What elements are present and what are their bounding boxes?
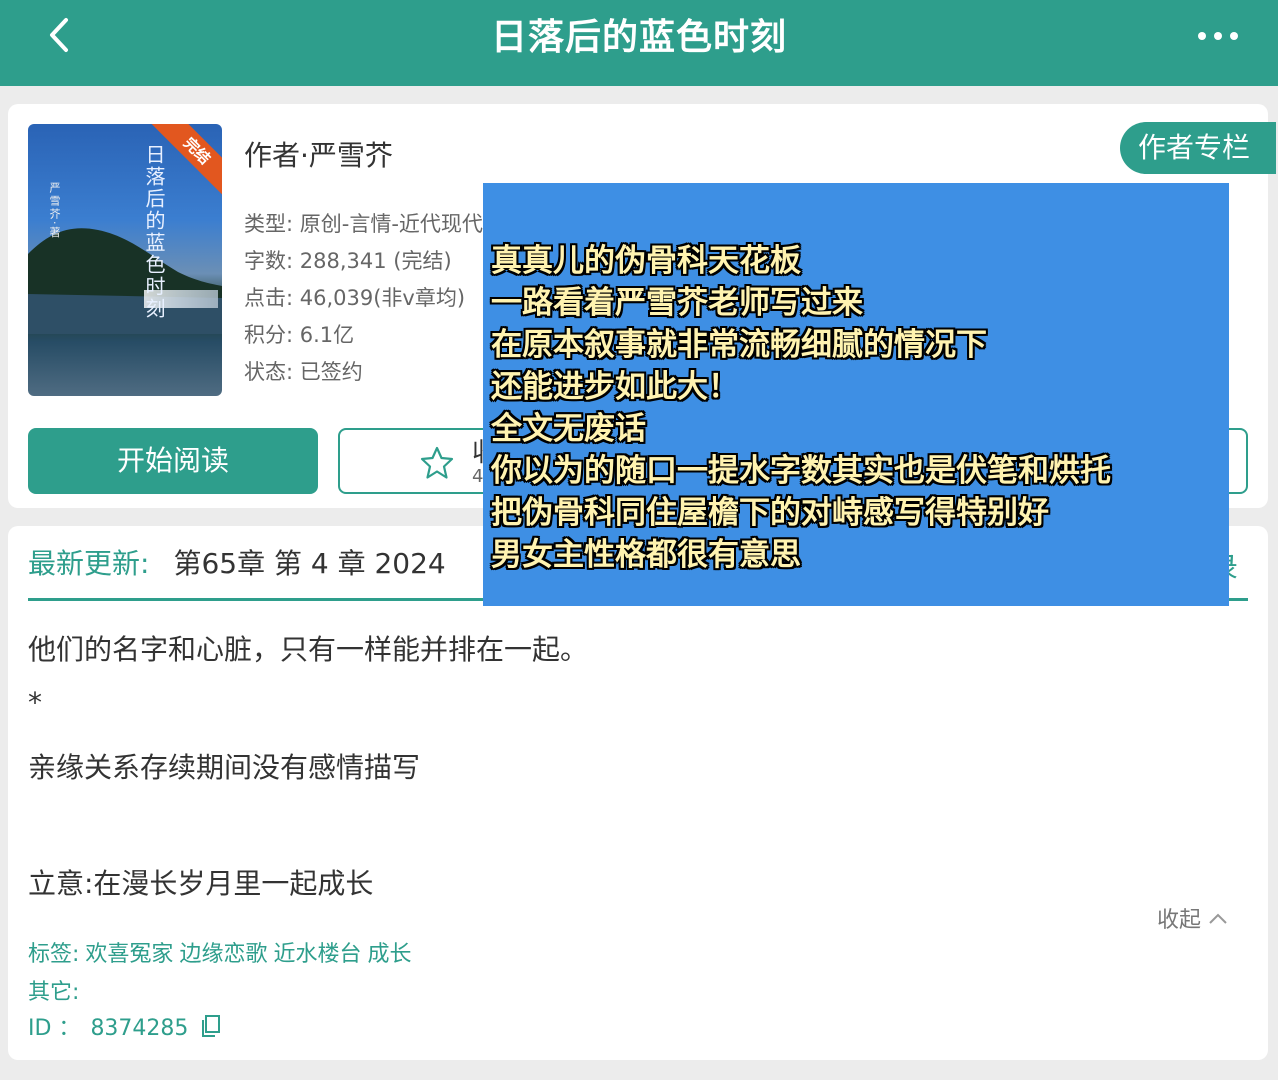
note-line: 你以为的随口一提水字数其实也是伏笔和烘托: [491, 453, 1111, 489]
note-line: 真真儿的伪骨科天花板: [491, 243, 801, 279]
tag-item[interactable]: 欢喜冤家: [85, 942, 173, 967]
note-line: 一路看着严雪芥老师写过来: [491, 285, 863, 321]
copy-icon[interactable]: [201, 1014, 221, 1038]
description-line: *: [28, 686, 42, 719]
note-line: 把伪骨科同住屋檐下的对峙感写得特别好: [491, 495, 1049, 531]
chevron-up-icon: [1209, 913, 1227, 924]
author-name[interactable]: 作者·严雪芥: [244, 134, 393, 174]
book-detail-card: 最新更新:第65章 第 4 章 2024 目录 他们的名字和心脏，只有一样能并排…: [8, 526, 1268, 1060]
description-line: 亲缘关系存续期间没有感情描写: [28, 751, 421, 784]
more-dots-icon: [1198, 32, 1206, 40]
tag-item[interactable]: 边缘恋歌: [179, 942, 267, 967]
note-line: 男女主性格都很有意思: [491, 537, 801, 573]
tag-item[interactable]: 成长: [367, 942, 411, 967]
cover-landscape: [28, 228, 222, 334]
more-dot: [1230, 32, 1238, 40]
page-title: 日落后的蓝色时刻: [490, 17, 787, 58]
book-word-count: 字数: 288,341 (完结): [244, 249, 452, 273]
favorite-count: 4: [472, 466, 484, 487]
book-status: 状态: 已签约: [244, 360, 363, 384]
more-dot: [1214, 32, 1222, 40]
note-line: 全文无废话: [491, 411, 646, 447]
latest-update-row[interactable]: 最新更新: 第65章 第 4 章 2024: [28, 542, 446, 586]
cover-title: 日落后的蓝色时刻: [142, 144, 166, 320]
book-score: 积分: 6.1亿: [244, 323, 355, 347]
author-column-button[interactable]: 作者专栏: [1120, 122, 1276, 174]
book-clicks: 点击: 46,039(非v章均): [244, 286, 466, 310]
start-reading-button[interactable]: 开始阅读: [28, 428, 318, 494]
id-value: 8374285: [90, 1016, 189, 1041]
tags-row: 标签: 欢喜冤家 边缘恋歌 近水楼台 成长: [28, 936, 411, 968]
tags-label: 标签:: [28, 942, 80, 967]
more-menu-button[interactable]: [1198, 26, 1238, 46]
latest-chapter: 第65章 第 4 章 2024: [173, 547, 446, 580]
star-icon: [420, 446, 454, 479]
tag-item[interactable]: 近水楼台: [273, 942, 361, 967]
book-type: 类型: 原创-言情-近代现代: [244, 212, 483, 236]
top-bar: 日落后的蓝色时刻: [0, 0, 1278, 86]
collapse-button[interactable]: 收起: [1157, 902, 1228, 934]
review-note-overlay: 真真儿的伪骨科天花板 一路看着严雪芥老师写过来 在原本叙事就非常流畅细腻的情况下…: [483, 183, 1229, 606]
book-id-row: ID ： 8374285: [28, 1010, 221, 1042]
note-line: 在原本叙事就非常流畅细腻的情况下: [491, 327, 987, 363]
latest-update-label: 最新更新:: [28, 547, 150, 580]
note-line: 还能进步如此大！: [491, 369, 739, 405]
description-line: 立意:在漫长岁月里一起成长: [28, 867, 374, 900]
other-label: 其它:: [28, 980, 80, 1005]
id-label: ID ：: [28, 1016, 81, 1041]
book-cover[interactable]: 日落后的蓝色时刻 严雪芥·著 完结: [28, 124, 222, 396]
collapse-label: 收起: [1156, 908, 1201, 933]
description-line: 他们的名字和心脏，只有一样能并排在一起。: [28, 633, 589, 666]
cover-author: 严雪芥·著: [48, 182, 61, 240]
